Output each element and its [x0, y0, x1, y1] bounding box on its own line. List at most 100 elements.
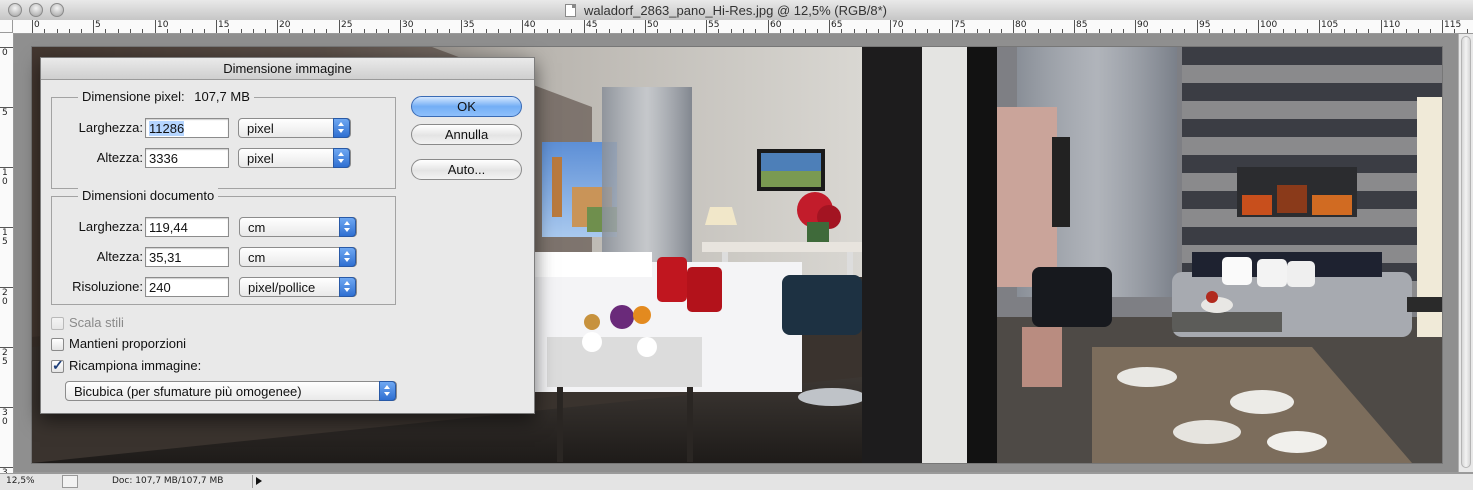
ruler-minor-tick: [1393, 29, 1394, 33]
cancel-button[interactable]: Annulla: [411, 124, 522, 145]
resample-label: Ricampiona immagine:: [69, 358, 202, 373]
ruler-tick: [522, 20, 523, 33]
ruler-minor-tick: [1147, 29, 1148, 33]
ruler-minor-tick: [866, 29, 867, 33]
ruler-minor-tick: [351, 29, 352, 33]
ruler-tick: [1319, 20, 1320, 33]
pixel-height-value: 3336: [149, 151, 178, 166]
ruler-tick: [461, 20, 462, 33]
ruler-label: 0: [34, 20, 40, 30]
document-size-legend: Dimensioni documento: [78, 188, 219, 203]
pixel-width-unit: pixel: [247, 121, 274, 136]
ruler-minor-tick: [1222, 29, 1223, 33]
ruler-tick: [1135, 20, 1136, 33]
ruler-minor-tick: [105, 29, 106, 33]
ruler-minor-tick: [670, 29, 671, 33]
ruler-minor-tick: [326, 29, 327, 33]
doc-width-input[interactable]: 119,44: [145, 217, 229, 237]
ruler-minor-tick: [412, 29, 413, 33]
ruler-label: 5: [2, 108, 8, 118]
ruler-minor-tick: [130, 29, 131, 33]
ruler-minor-tick: [192, 29, 193, 33]
minimize-window-button[interactable]: [29, 3, 43, 17]
horizontal-ruler[interactable]: 0 5 10 15 20 25 30 35 40 45 50 55 60 65 70 75 80 85 90 95 10…: [13, 20, 1473, 34]
ruler-minor-tick: [388, 29, 389, 33]
ruler-minor-tick: [718, 29, 719, 33]
ruler-label: 20: [2, 288, 8, 307]
ruler-minor-tick: [1184, 29, 1185, 33]
ruler-minor-tick: [1246, 29, 1247, 33]
ruler-minor-tick: [302, 29, 303, 33]
ruler-tick: [829, 20, 830, 33]
resample-method-select[interactable]: Bicubica (per sfumature più omogenee): [65, 381, 397, 401]
pixel-height-unit-select[interactable]: pixel: [238, 148, 351, 168]
ruler-minor-tick: [1123, 29, 1124, 33]
resolution-value: 240: [149, 280, 171, 295]
ruler-minor-tick: [989, 29, 990, 33]
ruler-minor-tick: [534, 29, 535, 33]
auto-button[interactable]: Auto...: [411, 159, 522, 180]
resolution-unit-select[interactable]: pixel/pollice: [239, 277, 357, 297]
ruler-origin[interactable]: [0, 20, 13, 33]
ruler-label: 100: [1260, 20, 1278, 30]
ruler-tick: [1258, 20, 1259, 33]
ruler-minor-tick: [902, 29, 903, 33]
ruler-minor-tick: [1038, 29, 1039, 33]
constrain-proportions-checkbox[interactable]: [51, 338, 64, 351]
ruler-minor-tick: [253, 29, 254, 33]
doc-width-unit: cm: [248, 220, 266, 235]
document-icon: [565, 3, 576, 17]
doc-width-unit-select[interactable]: cm: [239, 217, 357, 237]
ruler-tick: [584, 20, 585, 33]
ruler-minor-tick: [1025, 29, 1026, 33]
popup-arrows-icon: [339, 217, 356, 237]
ruler-minor-tick: [180, 29, 181, 33]
ruler-minor-tick: [1062, 29, 1063, 33]
ruler-minor-tick: [964, 29, 965, 33]
ruler-minor-tick: [449, 29, 450, 33]
popup-arrows-icon: [339, 277, 356, 297]
ok-button[interactable]: OK: [411, 96, 522, 117]
ruler-minor-tick: [1307, 29, 1308, 33]
ruler-tick: [1381, 20, 1382, 33]
ruler-minor-tick: [1331, 29, 1332, 33]
ruler-label: 0: [2, 48, 8, 58]
document-size-group: Dimensioni documento Larghezza: 119,44 c…: [51, 188, 396, 305]
status-preview-icon[interactable]: [62, 475, 78, 488]
status-menu-arrow-icon[interactable]: [252, 475, 264, 488]
resample-checkbox[interactable]: [51, 357, 64, 374]
scale-styles-checkbox[interactable]: [51, 317, 64, 330]
ruler-tick: [32, 20, 33, 33]
ruler-minor-tick: [364, 29, 365, 33]
ruler-minor-tick: [841, 29, 842, 33]
pixel-width-unit-select[interactable]: pixel: [238, 118, 351, 138]
ruler-minor-tick: [731, 29, 732, 33]
doc-height-unit-select[interactable]: cm: [239, 247, 357, 267]
doc-height-input[interactable]: 35,31: [145, 247, 229, 267]
pixel-dimensions-legend: Dimensione pixel: 107,7 MB: [78, 89, 254, 104]
ruler-tick: [277, 20, 278, 33]
resample-method: Bicubica (per sfumature più omogenee): [74, 384, 302, 399]
vertical-ruler[interactable]: 05101520253035: [0, 33, 14, 473]
pixel-height-input[interactable]: 3336: [145, 148, 229, 168]
ruler-minor-tick: [1295, 29, 1296, 33]
vertical-scrollbar[interactable]: [1458, 34, 1473, 472]
ruler-minor-tick: [241, 29, 242, 33]
close-window-button[interactable]: [8, 3, 22, 17]
ruler-minor-tick: [1086, 29, 1087, 33]
document-size-info: Doc: 107,7 MB/107,7 MB: [112, 476, 224, 486]
image-size-dialog: Dimensione immagine Dimensione pixel: 10…: [40, 57, 535, 414]
resolution-input[interactable]: 240: [145, 277, 229, 297]
ruler-label: 105: [1321, 20, 1339, 30]
zoom-window-button[interactable]: [50, 3, 64, 17]
ruler-tick: [1442, 20, 1443, 33]
ruler-minor-tick: [755, 29, 756, 33]
window-titlebar: waladorf_2863_pano_Hi-Res.jpg @ 12,5% (R…: [0, 0, 1473, 21]
ruler-minor-tick: [1001, 29, 1002, 33]
ruler-minor-tick: [927, 29, 928, 33]
ruler-minor-tick: [780, 29, 781, 33]
ruler-minor-tick: [609, 29, 610, 33]
ruler-minor-tick: [1172, 29, 1173, 33]
zoom-level-field[interactable]: 12,5%: [6, 476, 56, 486]
pixel-width-input[interactable]: 11286: [145, 118, 229, 138]
